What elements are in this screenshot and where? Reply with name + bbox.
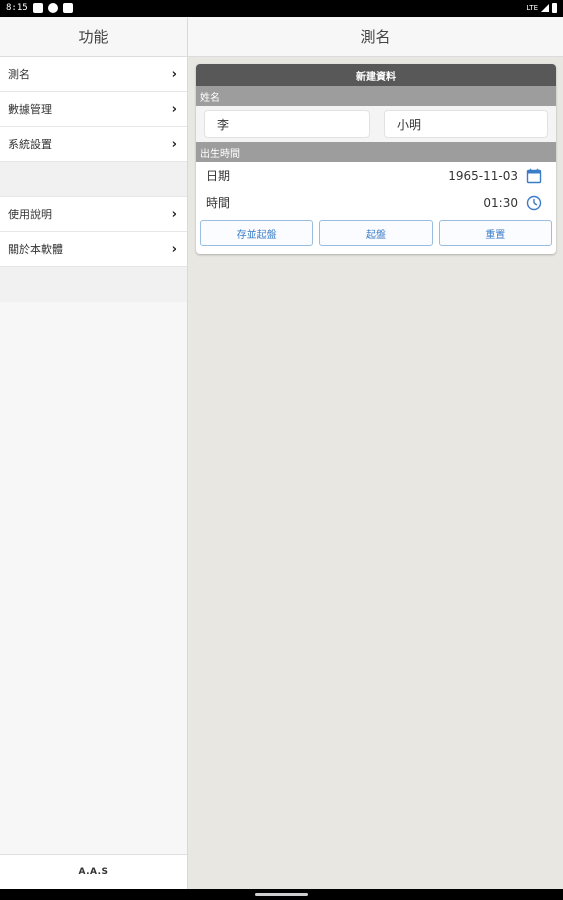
notification-icon bbox=[33, 3, 43, 13]
start-button[interactable]: 起盤 bbox=[319, 220, 433, 246]
app-footer: A.A.S bbox=[0, 854, 187, 889]
name-section-label: 姓名 bbox=[196, 86, 556, 106]
sidebar-item-data-management[interactable]: 數據管理 › bbox=[0, 92, 187, 127]
status-bar: 8:15 LTE bbox=[0, 0, 563, 17]
system-icons: LTE bbox=[526, 3, 557, 13]
sidebar-item-about[interactable]: 關於本軟體 › bbox=[0, 232, 187, 267]
date-value: 1965-11-03 bbox=[448, 168, 518, 183]
menu-spacer bbox=[0, 162, 187, 197]
sidebar-item-label: 數據管理 bbox=[8, 103, 52, 116]
main-panel: 測名 新建資料 姓名 李 小明 出生時間 日期 1965-11-03 時間 01… bbox=[188, 17, 563, 889]
battery-icon bbox=[552, 3, 557, 13]
time-value: 01:30 bbox=[483, 195, 518, 210]
name-row: 李 小明 bbox=[196, 106, 556, 142]
sidebar: 功能 測名 › 數據管理 › 系統設置 › 使用說明 › 關於本軟體 › A.A… bbox=[0, 17, 188, 889]
date-row[interactable]: 日期 1965-11-03 bbox=[196, 162, 556, 189]
app-notification-icon bbox=[48, 3, 58, 13]
sidebar-item-name-test[interactable]: 測名 › bbox=[0, 57, 187, 92]
menu-spacer bbox=[0, 267, 187, 302]
birth-section-label: 出生時間 bbox=[196, 142, 556, 162]
save-and-start-button[interactable]: 存並起盤 bbox=[200, 220, 314, 246]
surname-input[interactable]: 李 bbox=[204, 110, 370, 138]
action-buttons: 存並起盤 起盤 重置 bbox=[196, 216, 556, 250]
calendar-icon[interactable] bbox=[526, 168, 542, 184]
sidebar-title: 功能 bbox=[0, 17, 187, 57]
sidebar-item-label: 系統設置 bbox=[8, 138, 52, 151]
chevron-right-icon: › bbox=[171, 136, 177, 152]
reset-button[interactable]: 重置 bbox=[438, 220, 552, 246]
chevron-right-icon: › bbox=[171, 101, 177, 117]
signal-icon bbox=[541, 4, 549, 12]
sidebar-item-label: 測名 bbox=[8, 68, 30, 81]
new-record-card: 新建資料 姓名 李 小明 出生時間 日期 1965-11-03 時間 01:30 bbox=[196, 64, 556, 254]
sidebar-item-label: 關於本軟體 bbox=[8, 243, 63, 256]
date-label: 日期 bbox=[206, 169, 231, 183]
time-row[interactable]: 時間 01:30 bbox=[196, 189, 556, 216]
home-gesture-handle[interactable] bbox=[255, 893, 308, 896]
given-name-input[interactable]: 小明 bbox=[384, 110, 548, 138]
sidebar-item-label: 使用說明 bbox=[8, 208, 52, 221]
time-label: 時間 bbox=[206, 196, 231, 210]
sidebar-item-system-settings[interactable]: 系統設置 › bbox=[0, 127, 187, 162]
sd-card-icon bbox=[63, 3, 73, 13]
sidebar-item-instructions[interactable]: 使用說明 › bbox=[0, 197, 187, 232]
clock-icon[interactable] bbox=[526, 195, 542, 211]
chevron-right-icon: › bbox=[171, 206, 177, 222]
card-title: 新建資料 bbox=[196, 64, 556, 86]
notification-icons bbox=[33, 3, 73, 13]
navigation-bar bbox=[0, 889, 563, 900]
chevron-right-icon: › bbox=[171, 66, 177, 82]
status-time: 8:15 bbox=[6, 3, 28, 13]
network-type: LTE bbox=[526, 4, 538, 12]
page-title: 測名 bbox=[188, 17, 563, 57]
chevron-right-icon: › bbox=[171, 241, 177, 257]
